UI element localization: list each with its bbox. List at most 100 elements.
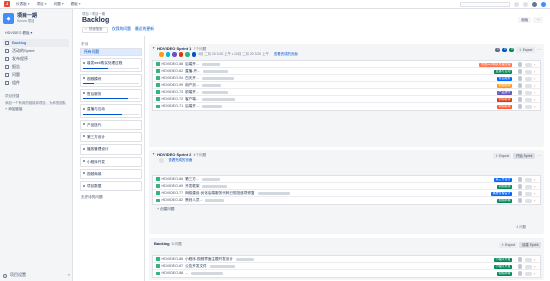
epic-label[interactable]: 产品迭代 [496, 90, 512, 95]
backlog-name[interactable]: Backlog [154, 241, 170, 247]
issue-row[interactable]: HDVIDEO-77 网络建设-优化后端服务代码已规范逐项修复 播放管理设计 ↑ [153, 190, 540, 197]
epic-item[interactable]: 产品迭代 [80, 119, 142, 130]
issue-key[interactable]: HDVIDEO-72 [162, 97, 184, 101]
project-header[interactable]: ◆ 项目一期 Scrum 项目 [3, 13, 69, 24]
create-issue-button[interactable]: + 创建问题 [157, 207, 174, 211]
epic-label[interactable]: 小程序开发 [493, 257, 512, 262]
notifications-icon[interactable] [514, 1, 519, 7]
issue-row[interactable]: HDVIDEO-73 前端开... 产品迭代 ↑ [153, 89, 540, 96]
epic-all-issues[interactable]: 所有问题 [80, 48, 142, 57]
issue-key[interactable]: HDVIDEO-71 [162, 104, 184, 108]
sprint-menu-icon[interactable]: ⋯ [537, 153, 541, 159]
issue-key[interactable]: HDVIDEO-73 [162, 90, 184, 94]
assignee-avatar[interactable] [517, 104, 522, 109]
start-sprint-button[interactable]: 开始 Sprint [513, 153, 535, 159]
epic-label[interactable]: 增发web购买处理过程 [479, 62, 512, 67]
issue-key[interactable]: HDVIDEO-77 [162, 191, 184, 195]
issue-key[interactable]: HDVIDEO-99 [162, 83, 184, 87]
assignee-avatar[interactable] [517, 177, 522, 182]
sidebar-item-backlog[interactable]: Backlog [3, 39, 69, 48]
quick-search-input[interactable]: ⌕ 快速搜索 [82, 26, 108, 33]
project-settings[interactable]: 项目设置 « [3, 272, 70, 278]
filter-recently-updated[interactable]: 最近的更新 [135, 27, 154, 32]
export-button[interactable]: ⇪ Export [492, 153, 512, 159]
sprint-menu-icon[interactable]: ⋯ [537, 47, 541, 53]
avatar[interactable] [178, 52, 183, 57]
issue-row[interactable]: HDVIDEO-82 策划人员... 视频商城 ↑ [153, 197, 540, 204]
board-view-button[interactable]: 面板 [518, 17, 532, 23]
export-button[interactable]: ⇪ Export [498, 242, 518, 248]
sidebar-item-releases[interactable]: 发布程序 [3, 55, 69, 63]
assignee-avatar[interactable] [517, 69, 522, 74]
issue-row[interactable]: HDVIDEO-62 直播-开... 直播与互动 ↑ [153, 68, 540, 75]
avatar[interactable] [165, 52, 170, 57]
epic-item[interactable]: 小程序开发 [80, 156, 142, 167]
epic-label[interactable]: 视频商城 [496, 198, 512, 203]
issue-key[interactable]: HDVIDEO-62 [162, 69, 184, 73]
assignee-avatar[interactable] [517, 76, 522, 81]
sidebar-item-issues[interactable]: 问题 [3, 71, 69, 79]
epic-label[interactable]: 视频模块 [496, 97, 512, 102]
avatar[interactable] [159, 158, 164, 163]
issue-key[interactable]: HDVIDEO-69 [162, 184, 184, 188]
issue-row[interactable]: HDVIDEO-88... 视频商城 ↑ [153, 270, 540, 277]
issue-row[interactable]: HDVIDEO-66 第三方... 第三方设计 ↑ [153, 176, 540, 183]
settings-icon[interactable] [532, 1, 537, 7]
sidebar-item-reports[interactable]: 报告 [3, 63, 69, 71]
collapse-chevron-icon[interactable]: ▼ [152, 153, 155, 157]
epic-label[interactable]: 直播与互动 [493, 69, 512, 74]
issue-key[interactable]: HDVIDEO-87 [162, 264, 184, 268]
epic-item[interactable]: 视频商城 [80, 168, 142, 180]
nav-dashboards[interactable]: 仪表板 [16, 2, 30, 6]
assignee-avatar[interactable] [517, 62, 522, 67]
epic-item[interactable]: 视频模块 [80, 73, 142, 87]
epic-item[interactable]: 第三方设计 [80, 131, 142, 143]
issue-row[interactable]: HDVIDEO-71 后端开... 视频模块 ↑ [153, 103, 540, 110]
epic-item[interactable]: 增发web购买处理过程 [80, 58, 142, 72]
assignee-avatar[interactable] [517, 198, 522, 203]
avatar[interactable] [172, 52, 177, 57]
epic-label[interactable]: 售后服务 [496, 76, 512, 81]
issue-row[interactable]: HDVIDEO-87 公告开发文件 小程序开发 ↑ [153, 263, 540, 270]
user-avatar[interactable] [541, 1, 546, 7]
assignee-avatar[interactable] [517, 83, 522, 88]
nav-projects[interactable]: 项目 [37, 2, 47, 6]
more-actions-button[interactable]: ⋯ [533, 17, 543, 23]
collapse-chevron-icon[interactable]: ▼ [152, 47, 155, 51]
add-link-button[interactable]: + 添加链接 [5, 107, 67, 111]
issue-row[interactable]: HDVIDEO-94 白天开... 售后服务 ↑ [153, 75, 540, 82]
nav-issues[interactable]: 问题 [54, 2, 64, 6]
epic-item[interactable]: 售后服务 [80, 88, 142, 103]
assignee-avatar[interactable] [517, 97, 522, 102]
epic-item[interactable]: 播放管理设计 [80, 144, 142, 155]
board-selector[interactable]: HDVIDEO 看板 [5, 31, 69, 35]
assignee-avatar[interactable] [517, 90, 522, 95]
assignee-avatar[interactable] [517, 191, 522, 196]
export-button[interactable]: ⇪ Export [516, 47, 535, 53]
avatar[interactable] [159, 52, 164, 57]
issue-row[interactable]: HDVIDEO-99 用户页... 视频模块 ↑ [153, 82, 540, 89]
issue-key[interactable]: HDVIDEO-66 [162, 177, 184, 181]
issue-row[interactable]: HDVIDEO-69 开发框架 视频模块 ↑ [153, 183, 540, 190]
issue-key[interactable]: HDVIDEO-58 [162, 62, 184, 66]
help-icon[interactable] [523, 1, 528, 7]
issue-row[interactable]: HDVIDEO-72 客户端... 视频模块 ↑ [153, 96, 540, 103]
global-search-input[interactable] [460, 1, 510, 7]
epic-item[interactable]: 直播与互动 [80, 104, 142, 118]
epic-label[interactable]: 视频模块 [496, 184, 512, 189]
filter-only-my-issues[interactable]: 仅我的问题 [112, 27, 131, 32]
issue-key[interactable]: HDVIDEO-82 [162, 198, 184, 202]
epic-label[interactable]: 视频模块 [496, 104, 512, 109]
collapse-sidebar-button[interactable]: « [68, 272, 70, 278]
issue-key[interactable]: HDVIDEO-86 [162, 257, 184, 261]
epic-label[interactable]: 视频商城 [496, 271, 512, 276]
assignee-avatar[interactable] [517, 264, 522, 269]
create-sprint-button[interactable]: 创建 Sprint [519, 242, 541, 248]
issue-key[interactable]: HDVIDEO-88 [162, 271, 184, 275]
issue-key[interactable]: HDVIDEO-94 [162, 76, 184, 80]
nav-boards[interactable]: 看板 [71, 2, 81, 6]
issue-row[interactable]: HDVIDEO-58 后端开... 增发web购买处理过程 ↑ [153, 61, 540, 68]
app-logo[interactable]: J [4, 1, 10, 7]
assignee-avatar[interactable] [517, 257, 522, 262]
epic-label[interactable]: 小程序开发 [493, 264, 512, 269]
